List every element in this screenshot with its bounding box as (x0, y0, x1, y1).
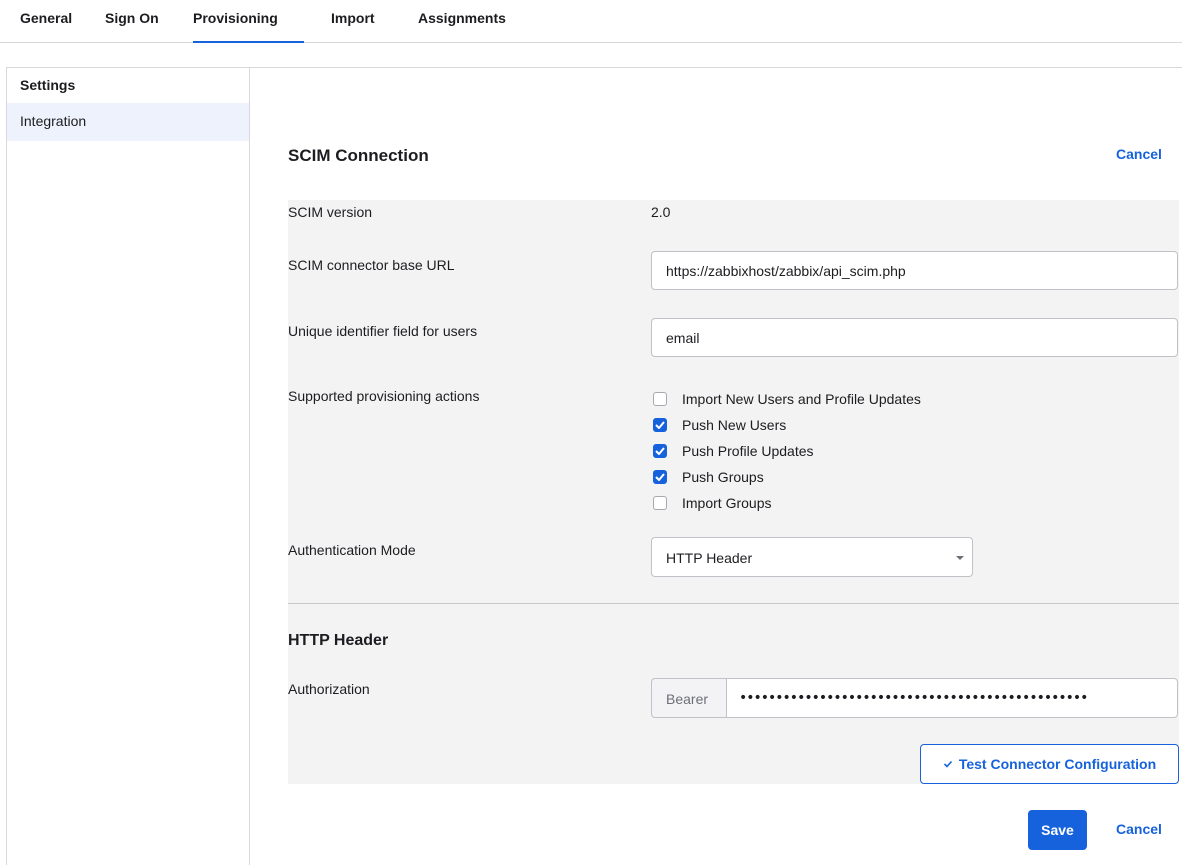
checkbox-import-groups[interactable]: Import Groups (653, 490, 921, 516)
checkbox-push-new-users[interactable]: Push New Users (653, 412, 921, 438)
panel-divider (288, 603, 1179, 604)
cancel-button[interactable]: Cancel (1116, 821, 1162, 837)
authorization-token-input[interactable] (726, 678, 1178, 718)
checkbox-push-profile-updates[interactable]: Push Profile Updates (653, 438, 921, 464)
checkbox-box[interactable] (653, 418, 667, 432)
settings-sidebar: Settings Integration (6, 67, 250, 865)
provisioning-actions-label: Supported provisioning actions (288, 388, 480, 404)
tab-import[interactable]: Import (331, 10, 375, 26)
base-url-label: SCIM connector base URL (288, 257, 455, 273)
tab-sign-on[interactable]: Sign On (105, 10, 159, 26)
authorization-label: Authorization (288, 681, 370, 697)
tab-general[interactable]: General (20, 10, 72, 26)
content-top-divider (249, 67, 1182, 68)
tab-assignments[interactable]: Assignments (418, 10, 506, 26)
checkbox-box[interactable] (653, 496, 667, 510)
checkbox-push-groups[interactable]: Push Groups (653, 464, 921, 490)
checkmark-icon (943, 760, 953, 768)
base-url-input[interactable] (651, 251, 1178, 290)
test-connector-button[interactable]: Test Connector Configuration (920, 744, 1179, 784)
checkbox-label: Push Groups (682, 469, 764, 485)
checkbox-box[interactable] (653, 470, 667, 484)
checkbox-label: Import Groups (682, 495, 772, 511)
test-connector-label: Test Connector Configuration (958, 756, 1157, 772)
sidebar-item-integration[interactable]: Integration (7, 103, 249, 141)
save-button[interactable]: Save (1028, 810, 1087, 850)
scim-settings-panel: SCIM version 2.0 SCIM connector base URL… (288, 200, 1179, 784)
provisioning-actions-group: Import New Users and Profile Updates Pus… (653, 386, 921, 516)
tab-provisioning[interactable]: Provisioning (193, 10, 304, 43)
cancel-edit-button[interactable]: Cancel (1116, 146, 1162, 162)
auth-mode-value: HTTP Header (666, 550, 753, 566)
checkbox-label: Push Profile Updates (682, 443, 814, 459)
checkbox-box[interactable] (653, 392, 667, 406)
bearer-prefix: Bearer (651, 678, 726, 718)
tab-bar: General Sign On Provisioning Import Assi… (0, 0, 1182, 43)
unique-id-label: Unique identifier field for users (288, 323, 478, 339)
chevron-down-icon (956, 556, 964, 560)
checkbox-import-new-users[interactable]: Import New Users and Profile Updates (653, 386, 921, 412)
checkbox-label: Import New Users and Profile Updates (682, 391, 921, 407)
unique-id-input[interactable] (651, 318, 1178, 357)
http-header-title: HTTP Header (288, 632, 389, 649)
checkbox-box[interactable] (653, 444, 667, 458)
section-title: SCIM Connection (288, 146, 429, 165)
checkbox-label: Push New Users (682, 417, 787, 433)
auth-mode-select[interactable]: HTTP Header (651, 537, 973, 577)
scim-version-value: 2.0 (651, 204, 671, 220)
scim-version-label: SCIM version (288, 204, 373, 220)
sidebar-title: Settings (20, 77, 76, 93)
auth-mode-label: Authentication Mode (288, 542, 416, 558)
